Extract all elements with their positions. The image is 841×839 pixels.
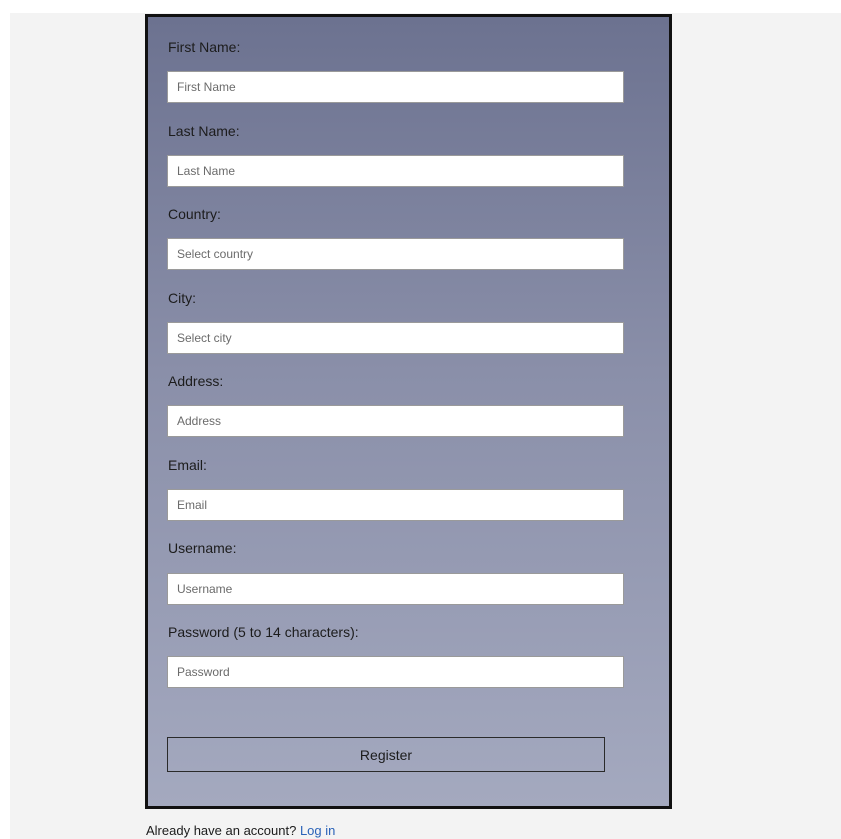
country-input[interactable]	[167, 238, 624, 270]
login-prompt-text: Already have an account?	[146, 823, 297, 838]
last-name-input[interactable]	[167, 155, 624, 187]
username-label: Username:	[168, 540, 237, 556]
country-label: Country:	[168, 206, 221, 222]
city-label: City:	[168, 290, 196, 306]
register-button[interactable]: Register	[167, 737, 605, 772]
username-input[interactable]	[167, 573, 624, 605]
email-label: Email:	[168, 457, 207, 473]
registration-form: First Name: Last Name: Country: City: Ad…	[145, 14, 672, 809]
address-label: Address:	[168, 373, 224, 389]
last-name-label: Last Name:	[168, 123, 240, 139]
email-input[interactable]	[167, 489, 624, 521]
first-name-input[interactable]	[167, 71, 624, 103]
password-label: Password (5 to 14 characters):	[168, 624, 359, 640]
login-link[interactable]: Log in	[300, 823, 335, 838]
address-input[interactable]	[167, 405, 624, 437]
login-prompt: Already have an account? Log in	[146, 823, 335, 839]
first-name-label: First Name:	[168, 39, 241, 55]
password-input[interactable]	[167, 656, 624, 688]
city-input[interactable]	[167, 322, 624, 354]
